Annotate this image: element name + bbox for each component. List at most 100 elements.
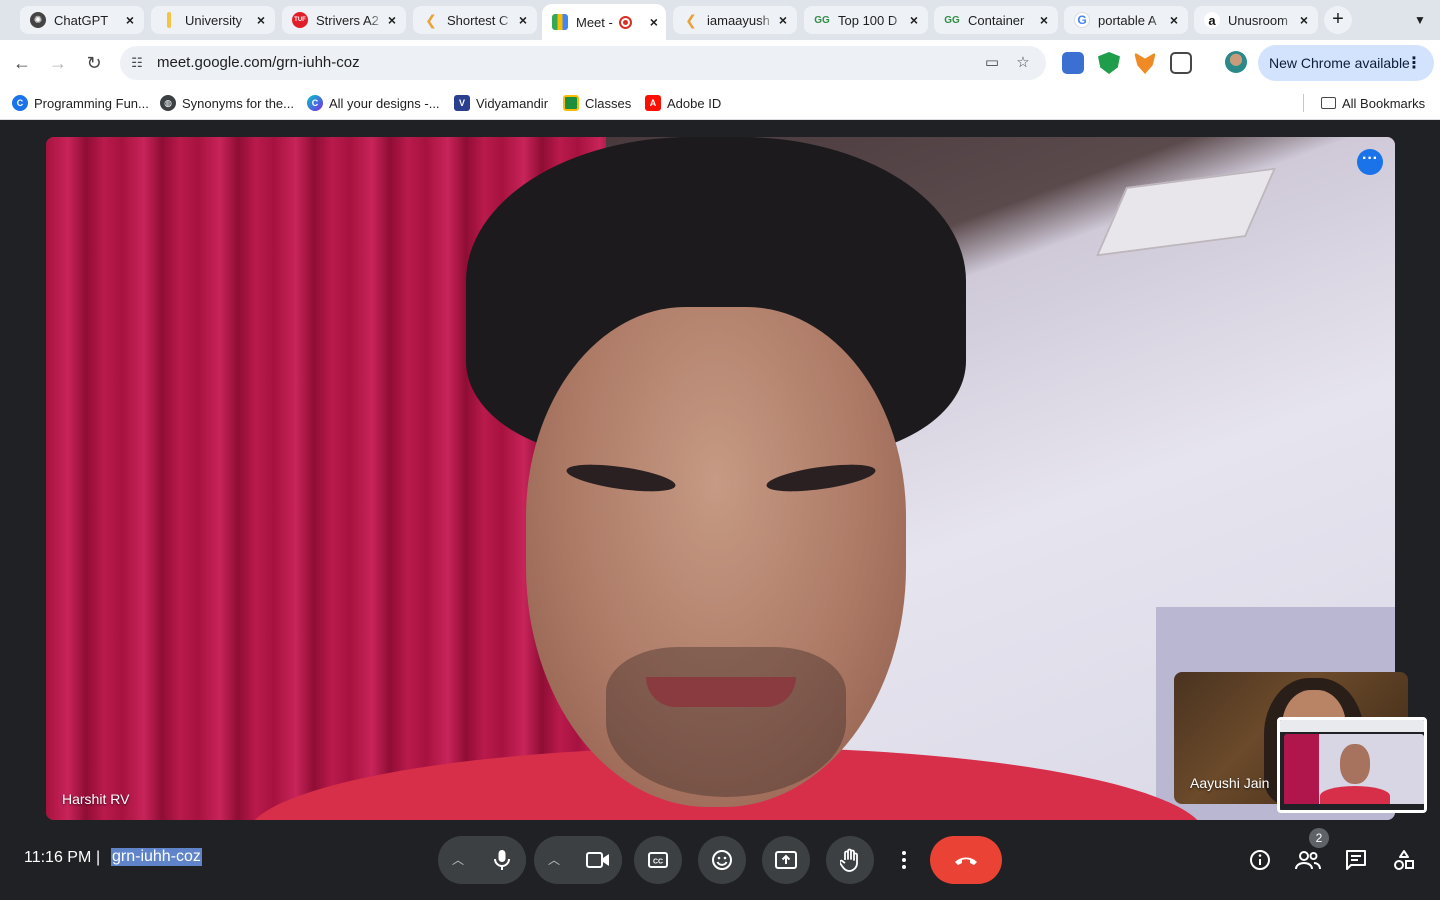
codestudio-icon: ❮ <box>685 11 697 28</box>
extensions-puzzle-icon[interactable] <box>1170 52 1192 74</box>
closed-captions-icon: CC <box>648 852 668 868</box>
bookmark-label: All your designs -... <box>329 95 440 111</box>
tab-top100[interactable]: GG Top 100 D × <box>804 6 928 34</box>
bookmark-label: Classes <box>585 95 632 111</box>
tab-title: University <box>185 12 243 28</box>
bookmark-programming[interactable]: C Programming Fun... <box>12 94 149 112</box>
meet-stage: Harshit RV ··· Aayushi Jain 11:16 PM | g… <box>0 121 1440 900</box>
address-bar[interactable]: ☷ meet.google.com/grn-iuhh-coz ▭ ☆ <box>120 46 1046 80</box>
forward-arrow-icon[interactable]: → <box>45 50 71 76</box>
people-button[interactable] <box>1293 845 1323 875</box>
microphone-control: ︿ <box>438 836 526 884</box>
reload-icon[interactable]: ↻ <box>81 50 107 76</box>
tuf-icon: TUF <box>292 12 308 28</box>
present-screen-button[interactable] <box>762 836 810 884</box>
close-tab-icon[interactable]: × <box>122 12 138 28</box>
videocam-icon <box>586 852 609 868</box>
tab-shortest[interactable]: ❮ Shortest C × <box>413 6 537 34</box>
tab-strip: ✺ ChatGPT × University × TUF Strivers A2… <box>0 0 1440 40</box>
close-tab-icon[interactable]: × <box>253 12 269 28</box>
metamask-fox-icon[interactable] <box>1134 52 1156 74</box>
canva-icon: C <box>307 95 323 111</box>
leave-call-button[interactable] <box>930 836 1002 884</box>
browser-toolbar: ← → ↻ ☷ meet.google.com/grn-iuhh-coz ▭ ☆… <box>0 40 1440 86</box>
tab-meet[interactable]: Meet - × <box>542 4 666 40</box>
close-tab-icon[interactable]: × <box>906 12 922 28</box>
bookmark-label: Programming Fun... <box>34 95 149 111</box>
tab-title: Strivers A2 <box>316 12 379 28</box>
close-tab-icon[interactable]: × <box>1296 12 1312 28</box>
new-tab-button[interactable]: + <box>1324 6 1352 34</box>
activities-button[interactable] <box>1389 845 1419 875</box>
bookmarks-bar: C Programming Fun... ◍ Synonyms for the.… <box>0 86 1440 120</box>
bookmark-star-icon[interactable]: ☆ <box>1013 53 1033 73</box>
tab-title: Shortest C <box>447 12 509 28</box>
update-label: New Chrome available <box>1269 55 1410 71</box>
tab-chatgpt[interactable]: ✺ ChatGPT × <box>20 6 144 34</box>
emoji-icon <box>712 850 732 870</box>
all-bookmarks-button[interactable]: All Bookmarks <box>1321 94 1425 112</box>
extension-meet-icon[interactable] <box>1062 52 1084 74</box>
tile-participant-name: Aayushi Jain <box>1190 775 1270 791</box>
meeting-details-button[interactable] <box>1245 845 1275 875</box>
shield-extension-icon[interactable] <box>1098 52 1120 74</box>
close-tab-icon[interactable]: × <box>646 14 662 30</box>
camera-button[interactable] <box>574 836 622 884</box>
profile-avatar[interactable] <box>1225 51 1247 73</box>
video-settings-chevron-icon[interactable]: ︿ <box>534 836 574 884</box>
close-tab-icon[interactable]: × <box>775 12 791 28</box>
chrome-update-button[interactable]: New Chrome available ⋮ <box>1258 45 1434 81</box>
bookmark-classes[interactable]: Classes <box>563 94 631 112</box>
raise-hand-button[interactable] <box>826 836 874 884</box>
google-icon: G <box>1074 12 1090 28</box>
tab-strivers[interactable]: TUF Strivers A2 × <box>282 6 406 34</box>
bookmark-canva[interactable]: C All your designs -... <box>307 94 440 112</box>
chat-button[interactable] <box>1341 845 1371 875</box>
details-separator: | <box>96 849 101 866</box>
people-icon <box>1295 851 1321 870</box>
folder-icon <box>1321 97 1336 109</box>
screen-share-preview[interactable] <box>1277 717 1427 813</box>
tab-title: Unusroom <box>1228 12 1288 28</box>
chat-icon <box>1346 850 1366 870</box>
end-call-icon <box>955 857 977 865</box>
close-tab-icon[interactable]: × <box>1036 12 1052 28</box>
camera-in-use-icon[interactable]: ▭ <box>982 53 1002 73</box>
globe-icon: ◍ <box>160 95 176 111</box>
tile-more-options-icon[interactable]: ··· <box>1357 149 1383 175</box>
tab-university[interactable]: University × <box>151 6 275 34</box>
kebab-menu-icon: ⋮ <box>1406 55 1422 72</box>
tab-search-chevron-icon[interactable]: ▼ <box>1408 8 1432 32</box>
close-tab-icon[interactable]: × <box>384 12 400 28</box>
bookmark-adobe[interactable]: A Adobe ID <box>645 94 721 112</box>
participant-beard <box>606 647 846 797</box>
reactions-button[interactable] <box>698 836 746 884</box>
microphone-icon <box>494 850 510 870</box>
tab-portable[interactable]: G portable A × <box>1064 6 1188 34</box>
close-tab-icon[interactable]: × <box>1166 12 1182 28</box>
captions-button[interactable]: CC <box>634 836 682 884</box>
audio-settings-chevron-icon[interactable]: ︿ <box>438 836 478 884</box>
google-classroom-icon <box>563 95 579 111</box>
meeting-code[interactable]: grn-iuhh-coz <box>111 848 202 866</box>
tab-container[interactable]: GG Container × <box>934 6 1058 34</box>
gfg-icon: GG <box>814 14 830 26</box>
tab-iamaayush[interactable]: ❮ iamaayush × <box>673 6 797 34</box>
amazon-icon: a <box>1204 12 1220 28</box>
site-info-icon[interactable]: ☷ <box>128 54 146 72</box>
kebab-menu-icon <box>902 851 906 869</box>
preview-browser-bar <box>1280 720 1424 732</box>
url-text[interactable]: meet.google.com/grn-iuhh-coz <box>157 54 360 71</box>
bookmark-label: Vidyamandir <box>476 95 549 111</box>
bookmark-synonyms[interactable]: ◍ Synonyms for the... <box>160 94 294 112</box>
microphone-button[interactable] <box>478 836 526 884</box>
activities-shapes-icon <box>1394 850 1414 870</box>
bookmark-vidyamandir[interactable]: V Vidyamandir <box>454 94 548 112</box>
tab-unusroom[interactable]: a Unusroom × <box>1194 6 1318 34</box>
google-meet-icon <box>552 14 568 30</box>
close-tab-icon[interactable]: × <box>515 12 531 28</box>
tab-title: ChatGPT <box>54 12 109 28</box>
chatgpt-icon: ✺ <box>30 12 46 28</box>
more-options-button[interactable] <box>889 836 919 884</box>
back-arrow-icon[interactable]: ← <box>9 50 35 76</box>
